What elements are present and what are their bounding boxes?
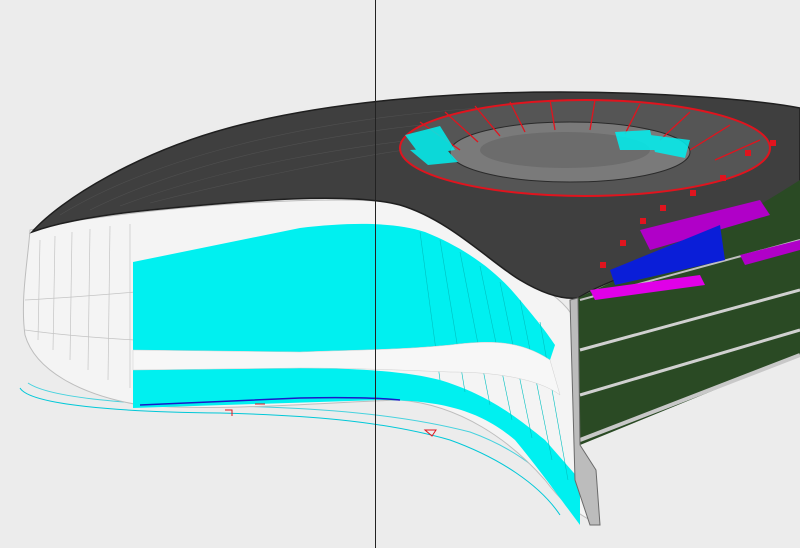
ground-marker-icon <box>225 403 437 437</box>
viewport-split-divider[interactable] <box>375 0 376 548</box>
3d-viewport[interactable] <box>0 0 800 548</box>
building-model-render[interactable] <box>0 0 800 548</box>
roof-oculus-icon <box>399 99 771 197</box>
